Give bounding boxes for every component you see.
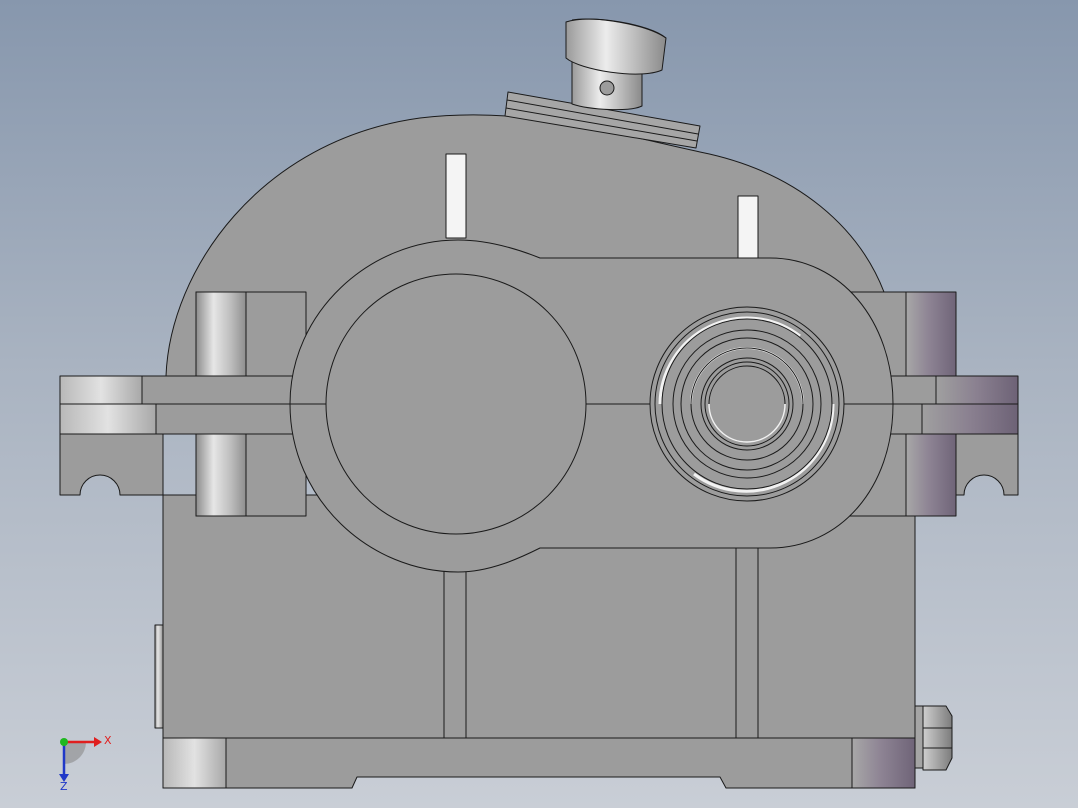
- graphics-viewport[interactable]: X Z: [0, 0, 1078, 808]
- output-shaft-bearing[interactable]: [649, 306, 845, 502]
- coordinate-triad: X Z: [59, 734, 112, 790]
- slot-right: [737, 195, 759, 259]
- z-axis-label: Z: [60, 780, 68, 790]
- gearbox-model[interactable]: [0, 0, 1078, 808]
- oil-gauge[interactable]: [154, 624, 164, 729]
- slot-left: [445, 153, 467, 239]
- large-bearing-cover[interactable]: [325, 273, 587, 535]
- y-axis-dot-icon: [60, 738, 68, 746]
- x-axis-label: X: [104, 734, 112, 747]
- x-arrowhead-icon: [94, 737, 102, 747]
- drain-bolt[interactable]: [914, 705, 953, 771]
- breather-plug[interactable]: [565, 18, 667, 111]
- triad-plane: [64, 742, 86, 764]
